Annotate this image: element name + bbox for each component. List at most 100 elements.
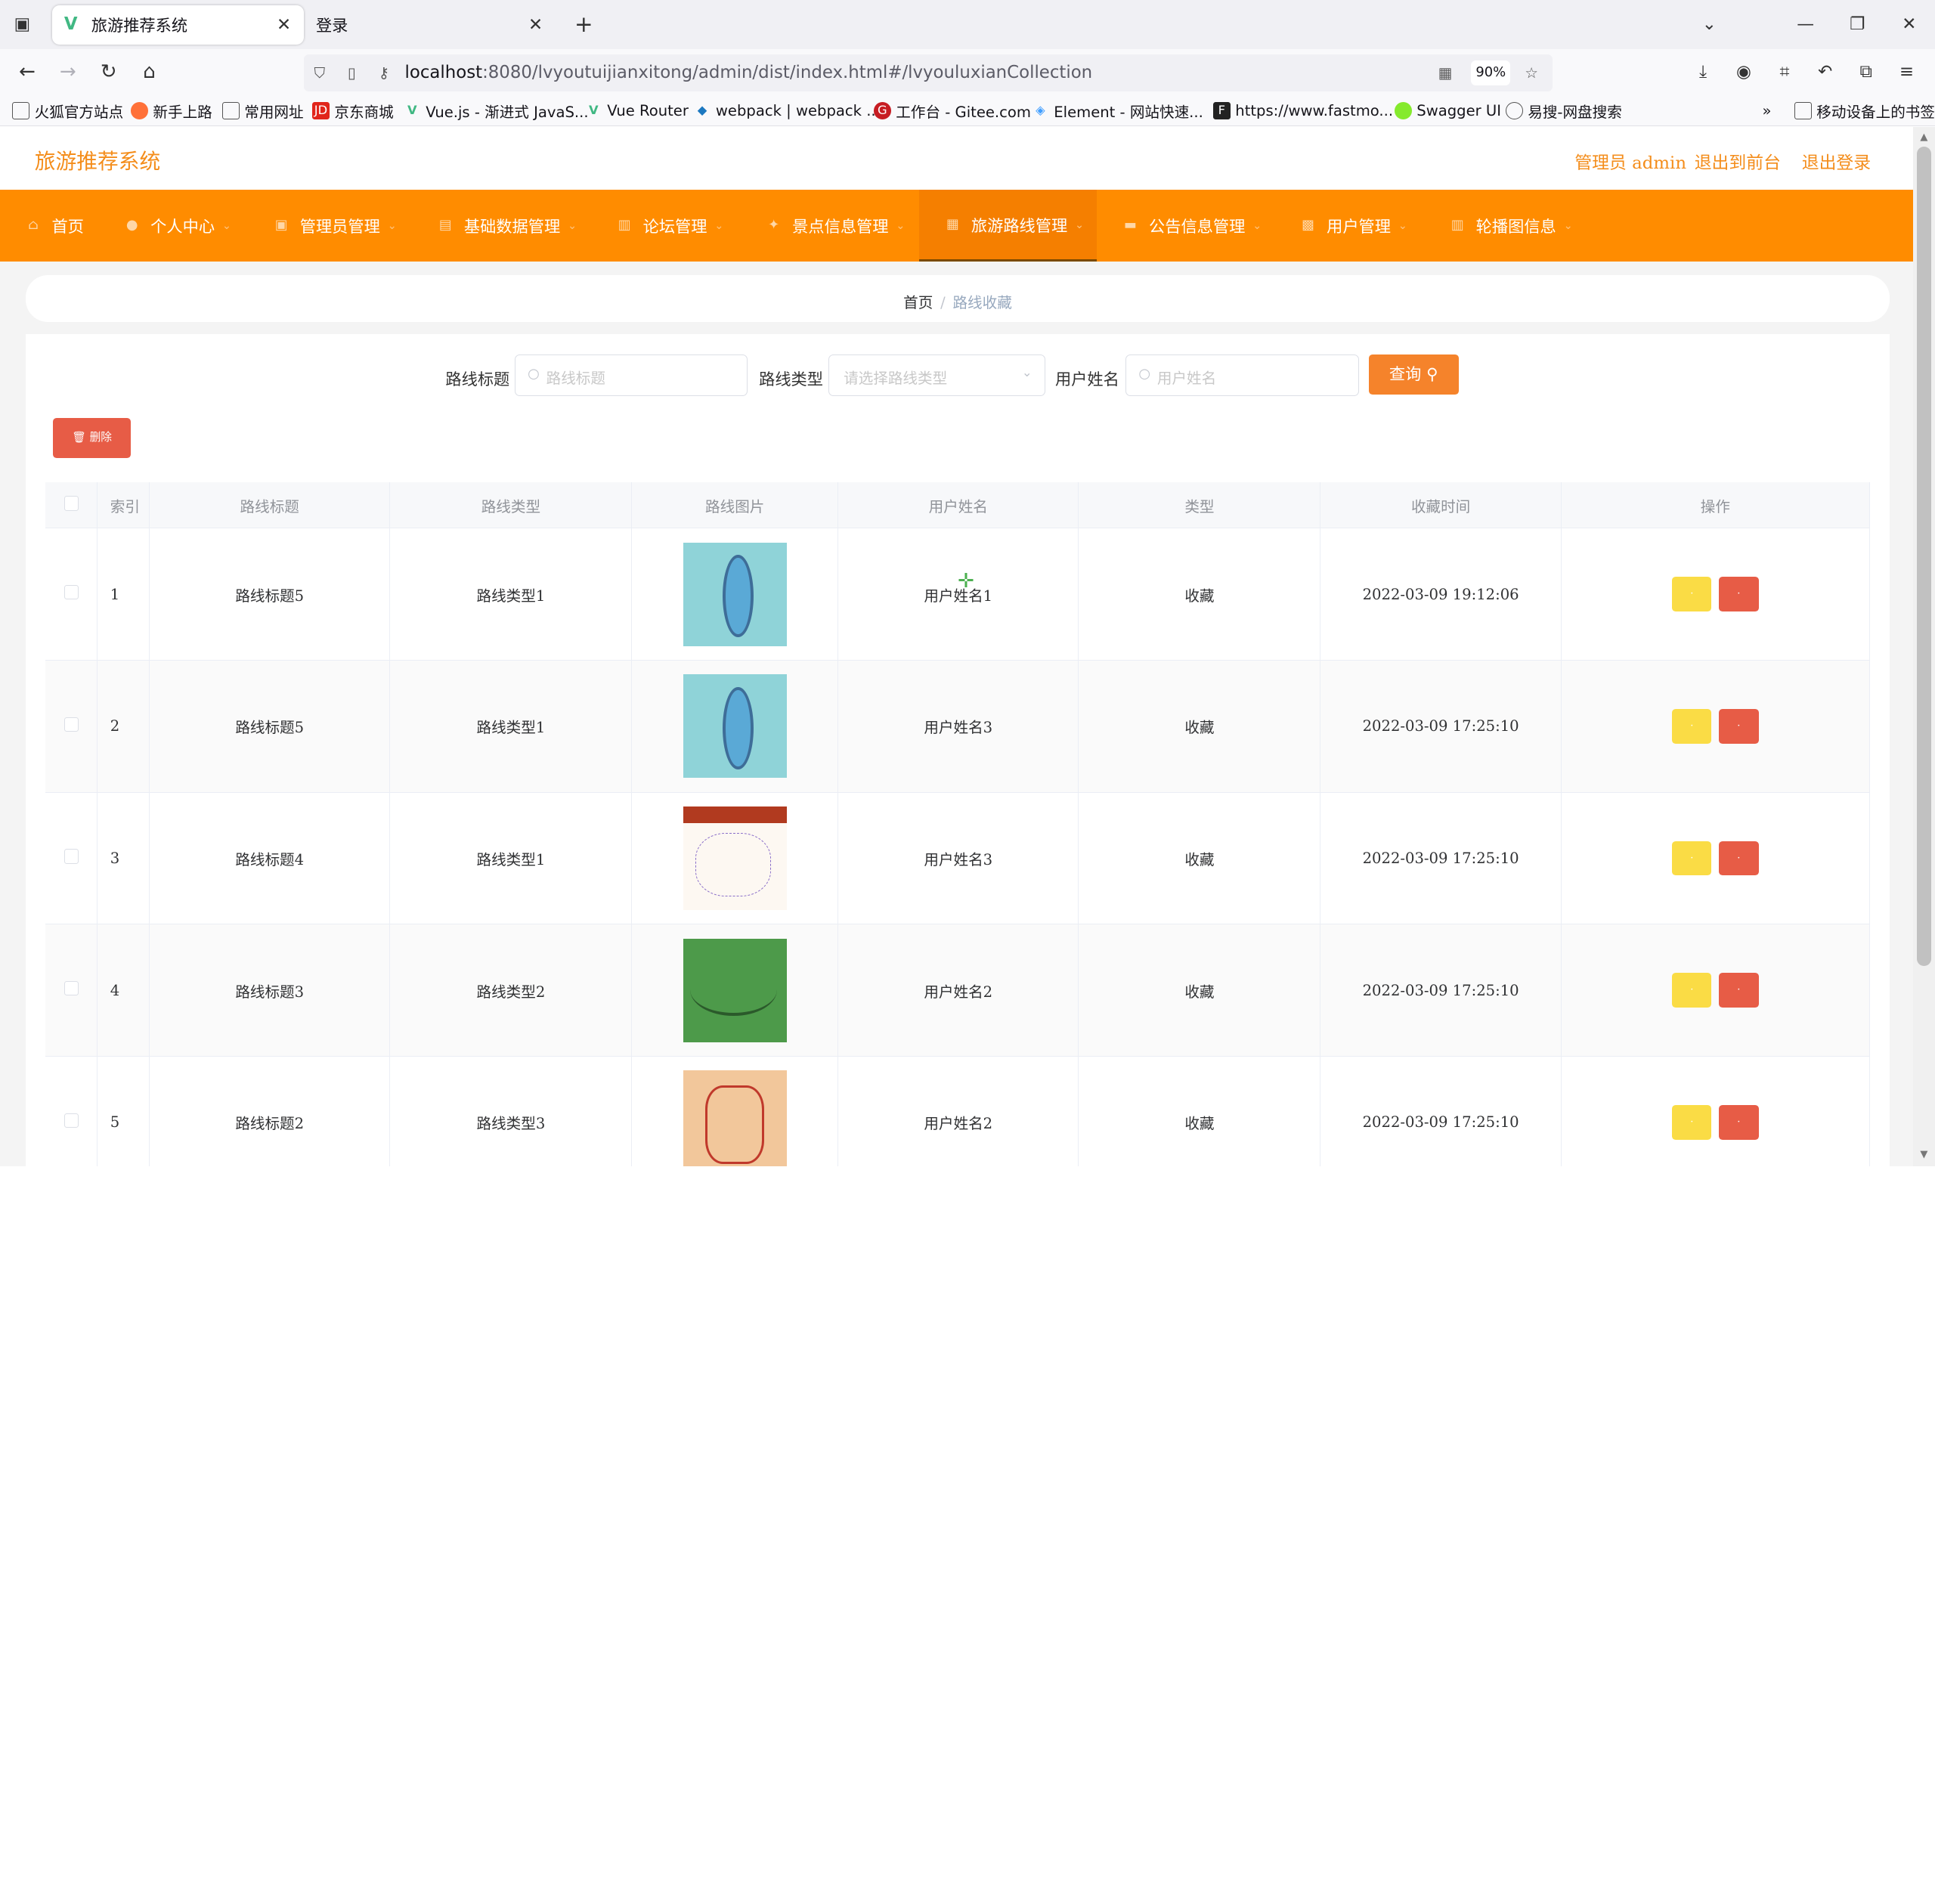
download-icon[interactable]: ⤓ bbox=[1689, 59, 1717, 86]
browser-nav-bar: ← → ↻ ⌂ ⛉ ▯ ⚷ localhost:8080/lvyoutuijia… bbox=[0, 49, 1935, 97]
undo-icon[interactable]: ↶ bbox=[1812, 59, 1839, 86]
menu-item-forum[interactable]: ▥ 论坛管理 ⌄ bbox=[616, 190, 724, 262]
user-name-input[interactable]: ○ 用户姓名 bbox=[1125, 354, 1359, 397]
bookmark-item[interactable]: G 工作台 - Gitee.com bbox=[873, 101, 1031, 121]
route-image[interactable] bbox=[683, 806, 787, 911]
route-image-cell bbox=[631, 660, 839, 793]
route-title-input[interactable]: ○ 路线标题 bbox=[514, 354, 748, 397]
bookmark-item[interactable]: JD 京东商城 bbox=[312, 101, 394, 121]
key-icon[interactable]: ⚷ bbox=[373, 62, 395, 84]
view-button[interactable]: · bbox=[1672, 577, 1712, 611]
chevron-down-icon: ⌄ bbox=[387, 219, 397, 233]
bookmark-item[interactable]: ◆ webpack | webpack ... bbox=[694, 101, 881, 121]
bookmark-item[interactable]: 火狐官方站点 bbox=[12, 101, 123, 121]
bookmark-item[interactable]: V Vue Router bbox=[585, 101, 689, 121]
qr-code-icon[interactable]: ▦ bbox=[1434, 62, 1456, 84]
row-checkbox[interactable] bbox=[45, 528, 98, 661]
menu-item-notice[interactable]: ▬ 公告信息管理 ⌄ bbox=[1122, 190, 1262, 262]
row-checkbox[interactable] bbox=[45, 660, 98, 793]
bookmark-item[interactable]: Fhttps://www.fastmo... bbox=[1212, 101, 1393, 121]
scrollbar-thumb[interactable] bbox=[1916, 147, 1932, 967]
route-image[interactable] bbox=[683, 542, 787, 646]
bookmark-item[interactable]: ◈ Element - 网站快速... bbox=[1032, 101, 1203, 121]
menu-item-scenic[interactable]: ✦ 景点信息管理 ⌄ bbox=[765, 190, 905, 262]
minimize-icon[interactable]: — bbox=[1787, 10, 1824, 39]
kind-cell: 收藏 bbox=[1078, 1056, 1321, 1166]
scenic-icon: ✦ bbox=[768, 217, 780, 234]
route-image[interactable] bbox=[683, 1070, 787, 1166]
bookmark-item[interactable]: 移动设备上的书签 bbox=[1794, 101, 1935, 121]
bookmark-item[interactable]: V Vue.js - 渐进式 JavaS... bbox=[404, 101, 589, 121]
breadcrumb-home[interactable]: 首页 bbox=[903, 294, 933, 311]
route-image-cell bbox=[631, 528, 839, 661]
menu-icon[interactable]: ≡ bbox=[1893, 59, 1921, 86]
vue-logo-icon: V bbox=[407, 103, 417, 118]
page-scrollbar[interactable]: ▲ ▼ bbox=[1912, 127, 1935, 1166]
scroll-up-icon[interactable]: ▲ bbox=[1913, 129, 1935, 147]
more-bookmarks-icon[interactable]: » bbox=[1762, 101, 1771, 121]
menu-item-personal-center[interactable]: ● 个人中心 ⌄ bbox=[123, 190, 231, 262]
bookmark-item[interactable]: Swagger UI bbox=[1394, 101, 1501, 121]
route-type-select[interactable]: 请选择路线类型 ⌄ bbox=[828, 354, 1045, 397]
search-button[interactable]: 查询 ⚲ bbox=[1368, 354, 1459, 395]
bookmark-item[interactable]: 常用网址 bbox=[221, 101, 304, 121]
batch-delete-button[interactable]: 🗑 删除 bbox=[53, 418, 132, 458]
logout-link[interactable]: 退出登录 bbox=[1802, 148, 1871, 174]
delete-button[interactable]: · bbox=[1719, 708, 1759, 744]
zoom-level[interactable]: 90% bbox=[1471, 60, 1511, 85]
view-button[interactable]: · bbox=[1672, 973, 1712, 1008]
bookmark-item[interactable]: 新手上路 bbox=[131, 101, 212, 121]
row-checkbox[interactable] bbox=[45, 924, 98, 1057]
account-icon[interactable]: ◉ bbox=[1730, 59, 1757, 86]
menu-item-admin-manage[interactable]: ▣ 管理员管理 ⌄ bbox=[273, 190, 397, 262]
route-type-cell: 路线类型3 bbox=[389, 1056, 633, 1166]
table-row: 3 路线标题4 路线类型1 用户姓名3 收藏 2022-03-09 17:25:… bbox=[45, 792, 1870, 925]
menu-item-user[interactable]: ▩ 用户管理 ⌄ bbox=[1299, 190, 1407, 262]
close-tab-icon[interactable]: ✕ bbox=[274, 15, 293, 35]
row-checkbox[interactable] bbox=[45, 792, 98, 925]
window-close-icon[interactable]: ✕ bbox=[1890, 10, 1927, 39]
bookmark-item[interactable]: 易搜-网盘搜索 bbox=[1505, 101, 1622, 121]
browser-tab-login[interactable]: 登录 ✕ bbox=[308, 5, 556, 45]
view-button[interactable]: · bbox=[1672, 1105, 1712, 1140]
page-icon[interactable]: ▯ bbox=[341, 62, 363, 84]
star-icon[interactable]: ☆ bbox=[1520, 62, 1542, 84]
new-tab-icon[interactable]: + bbox=[570, 11, 597, 39]
menu-item-base-data[interactable]: ▤ 基础数据管理 ⌄ bbox=[437, 190, 577, 262]
address-bar[interactable]: ⛉ ▯ ⚷ localhost:8080/lvyoutuijianxitong/… bbox=[303, 54, 1553, 91]
delete-button[interactable]: · bbox=[1719, 973, 1759, 1008]
route-type-label: 路线类型 bbox=[759, 370, 823, 389]
reload-icon[interactable]: ↻ bbox=[94, 59, 123, 86]
view-button[interactable]: · bbox=[1672, 841, 1712, 876]
view-button[interactable]: · bbox=[1672, 708, 1712, 744]
scroll-down-icon[interactable]: ▼ bbox=[1913, 1147, 1935, 1164]
tab-list-icon[interactable]: ▣ bbox=[10, 12, 35, 37]
close-tab-icon[interactable]: ✕ bbox=[526, 15, 546, 35]
menu-item-route[interactable]: ▦ 旅游路线管理 ⌄ bbox=[919, 190, 1098, 262]
route-image[interactable] bbox=[683, 674, 787, 779]
back-to-front-link[interactable]: 退出到前台 bbox=[1695, 148, 1781, 174]
back-icon[interactable]: ← bbox=[12, 59, 42, 86]
forward-icon[interactable]: → bbox=[53, 59, 82, 86]
delete-button[interactable]: · bbox=[1719, 1105, 1759, 1140]
url-text[interactable]: localhost:8080/lvyoutuijianxitong/admin/… bbox=[405, 63, 1093, 82]
menu-item-home[interactable]: ⌂ 首页 bbox=[25, 190, 84, 262]
restore-icon[interactable]: ❐ bbox=[1839, 10, 1876, 39]
route-type-placeholder: 请选择路线类型 bbox=[844, 370, 948, 388]
select-all-checkbox[interactable] bbox=[45, 482, 98, 529]
browser-tab-active[interactable]: V 旅游推荐系统 ✕ bbox=[51, 5, 304, 45]
delete-button[interactable]: · bbox=[1719, 577, 1759, 611]
actions-cell: · · bbox=[1561, 1056, 1870, 1166]
home-icon[interactable]: ⌂ bbox=[135, 59, 164, 86]
route-image[interactable] bbox=[683, 938, 787, 1042]
delete-button[interactable]: · bbox=[1719, 841, 1759, 876]
route-icon: ▦ bbox=[946, 215, 959, 232]
app-header: 旅游推荐系统 管理员 admin 退出到前台 退出登录 bbox=[0, 127, 1913, 190]
extensions-icon[interactable]: ⧉ bbox=[1853, 59, 1880, 86]
chevron-down-icon[interactable]: ⌄ bbox=[1691, 10, 1728, 39]
shield-icon[interactable]: ⛉ bbox=[308, 62, 330, 84]
admin-user-link[interactable]: 管理员 admin bbox=[1574, 148, 1686, 174]
row-checkbox[interactable] bbox=[45, 1056, 98, 1166]
menu-item-carousel[interactable]: ▥ 轮播图信息 ⌄ bbox=[1449, 190, 1573, 262]
crop-icon[interactable]: ⌗ bbox=[1771, 59, 1798, 86]
